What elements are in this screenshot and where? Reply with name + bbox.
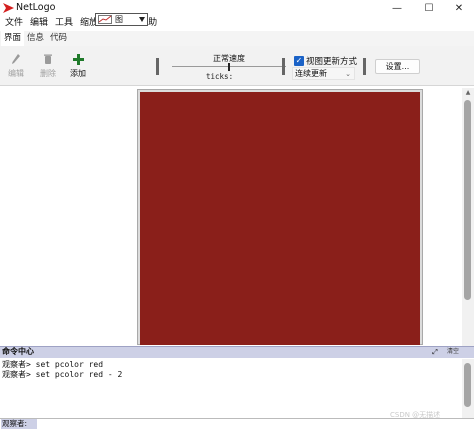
command-input[interactable]	[38, 419, 458, 429]
pencil-icon	[11, 52, 21, 66]
clear-button[interactable]: 清空	[447, 347, 459, 357]
menu-bar: 文件 编辑 工具 缩放 标签页 帮助	[0, 16, 474, 31]
world-view[interactable]	[140, 92, 420, 345]
ticks-label: ticks:	[206, 72, 234, 81]
delete-label: 删除	[40, 69, 56, 78]
toolbar-separator	[282, 58, 285, 75]
interface-scrollbar-thumb[interactable]	[464, 100, 471, 300]
minimize-button[interactable]: —	[382, 0, 412, 16]
agent-type-select[interactable]: 观察者:	[1, 419, 37, 429]
tab-interface[interactable]: 界面	[1, 31, 25, 46]
netlogo-logo-icon	[3, 3, 14, 13]
settings-button[interactable]: 设置...	[375, 59, 420, 74]
command-center-title: 命令中心	[2, 347, 34, 356]
update-mode-value: 连续更新	[295, 69, 327, 78]
window-title: NetLogo	[16, 2, 56, 13]
speed-slider-handle[interactable]	[228, 63, 230, 71]
scroll-up-icon[interactable]: ▲	[464, 89, 472, 97]
add-label: 添加	[70, 69, 86, 78]
plus-icon	[72, 52, 84, 66]
tab-bar: 界面 信息 代码	[0, 31, 474, 46]
menu-edit[interactable]: 编辑	[27, 16, 52, 31]
plot-icon	[98, 15, 112, 24]
menu-file[interactable]: 文件	[2, 16, 27, 31]
widget-type-value: 图	[115, 15, 123, 24]
view-updates-checkbox[interactable]: ✓	[294, 56, 304, 66]
trash-icon	[43, 52, 53, 66]
widget-type-select[interactable]: 图	[95, 13, 148, 26]
command-center-header	[0, 346, 474, 358]
edit-label: 编辑	[8, 69, 24, 78]
toolbar-separator	[156, 58, 159, 75]
menu-tools[interactable]: 工具	[52, 16, 77, 31]
maximize-button[interactable]: ☐	[414, 0, 444, 16]
output-line: 观察者> set pcolor red - 2	[2, 370, 123, 379]
chevron-down-icon	[139, 17, 145, 22]
chevron-down-icon: ⌄	[345, 70, 351, 78]
close-button[interactable]: ✕	[444, 0, 474, 16]
update-mode-select[interactable]: 连续更新 ⌄	[292, 67, 355, 80]
tab-code[interactable]: 代码	[47, 31, 70, 46]
edit-button[interactable]: 编辑	[3, 52, 29, 82]
view-updates-label: 视图更新方式	[306, 57, 358, 67]
tab-info[interactable]: 信息	[24, 31, 47, 46]
command-center-scrollbar-thumb[interactable]	[464, 363, 471, 407]
add-button[interactable]: 添加	[65, 52, 91, 82]
delete-button[interactable]: 删除	[35, 52, 61, 82]
toolbar-separator	[363, 58, 366, 75]
expand-icon[interactable]: ⤢	[431, 348, 439, 356]
output-line: 观察者> set pcolor red	[2, 360, 104, 369]
